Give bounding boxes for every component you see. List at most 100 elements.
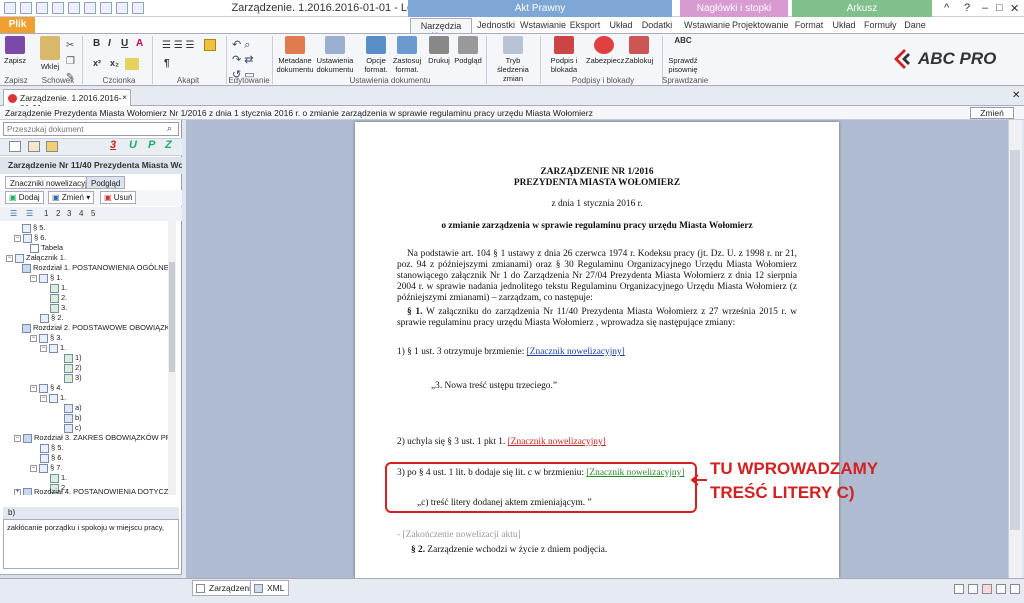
marker-z-icon[interactable]: Z bbox=[165, 139, 172, 151]
level-2[interactable]: 2 bbox=[56, 209, 60, 218]
level-3[interactable]: 3 bbox=[67, 209, 71, 218]
amendment-marker-link[interactable]: [Znacznik nowelizacyjny] bbox=[508, 437, 606, 447]
tree-node[interactable]: − § 4. bbox=[30, 383, 63, 393]
italic-button[interactable]: I bbox=[108, 38, 111, 49]
tree-node[interactable]: a) bbox=[64, 403, 82, 413]
tab-eksport[interactable]: Eksport bbox=[568, 18, 602, 33]
tree-node[interactable]: − § 3. bbox=[30, 333, 63, 343]
expand-all-icon[interactable]: ☰ bbox=[10, 209, 17, 218]
markers-view-icon[interactable] bbox=[46, 141, 58, 152]
tree-node[interactable]: − Załącznik 1. bbox=[6, 253, 66, 263]
tree-scrollbar-thumb[interactable] bbox=[169, 262, 175, 372]
pilcrow-button[interactable]: ¶ bbox=[164, 58, 170, 69]
tree-node[interactable]: 2) bbox=[64, 363, 82, 373]
structure-view-icon[interactable] bbox=[9, 141, 21, 152]
underline-button[interactable]: U bbox=[121, 38, 128, 49]
tab-dodatki[interactable]: Dodatki bbox=[640, 18, 674, 33]
podpis-blokada-button[interactable]: Podpis i blokada bbox=[546, 36, 582, 74]
collapse-all-icon[interactable]: ☰ bbox=[26, 209, 33, 218]
tab-projektowanie[interactable]: Projektowanie bbox=[732, 18, 789, 33]
level-4[interactable]: 4 bbox=[79, 209, 83, 218]
marker-3-icon[interactable]: 3 bbox=[110, 139, 116, 151]
close-icon[interactable]: ✕ bbox=[1010, 2, 1019, 15]
tree-node[interactable]: 2. bbox=[50, 293, 67, 303]
marker-p-icon[interactable]: P bbox=[148, 139, 155, 151]
tree-node[interactable]: Rozdział 2. PODSTAWOWE OBOWIĄZKI PR bbox=[22, 323, 176, 333]
tree-node[interactable]: 1) bbox=[64, 353, 82, 363]
zablokuj-button[interactable]: Zablokuj bbox=[624, 36, 654, 65]
view-icon[interactable] bbox=[996, 584, 1006, 594]
amendment-marker-link[interactable]: [Znacznik nowelizacyjny] bbox=[527, 347, 625, 357]
tab-dane[interactable]: Dane bbox=[902, 18, 928, 33]
tree-node[interactable]: c) bbox=[64, 423, 81, 433]
tree-node[interactable]: § 5. bbox=[22, 223, 46, 233]
align-icons[interactable]: ☰ ☰ ☰ bbox=[162, 40, 194, 51]
zastosuj-format-button[interactable]: Zastosuj format. bbox=[392, 36, 422, 74]
tree-node[interactable]: − § 1. bbox=[30, 273, 63, 283]
tree-node[interactable]: b) bbox=[64, 413, 82, 423]
tab-jednostki[interactable]: Jednostki bbox=[476, 18, 516, 33]
subscript-button[interactable]: x₂ bbox=[110, 58, 119, 68]
tab-wstawianie[interactable]: Wstawianie bbox=[520, 18, 566, 33]
help-icon[interactable]: ^ bbox=[944, 2, 949, 14]
tab-uklad[interactable]: Układ bbox=[606, 18, 636, 33]
superscript-button[interactable]: x² bbox=[93, 58, 101, 68]
tryb-sledzenia-button[interactable]: Tryb śledzenia zmian bbox=[490, 36, 536, 83]
tab-xml[interactable]: XML bbox=[250, 580, 290, 596]
level-5[interactable]: 5 bbox=[91, 209, 95, 218]
text-color-icon[interactable]: A bbox=[136, 38, 143, 49]
help-icon[interactable]: ? bbox=[964, 2, 970, 14]
tab-narzedzia-glowne[interactable]: Narzędzia główne bbox=[410, 18, 472, 41]
view-icon[interactable] bbox=[968, 584, 978, 594]
tree-node[interactable]: 1. bbox=[50, 473, 67, 483]
tab-uklad-arkusz[interactable]: Układ bbox=[830, 18, 858, 33]
sprawdz-pisownie-button[interactable]: ABC Sprawdź pisownię bbox=[666, 36, 700, 74]
usun-button[interactable]: ▣ Usuń bbox=[100, 191, 137, 204]
metadane-button[interactable]: Metadane dokumentu bbox=[276, 36, 314, 74]
wklej-button[interactable]: Wklej bbox=[38, 36, 62, 71]
search-input[interactable] bbox=[3, 122, 179, 136]
level-1[interactable]: 1 bbox=[44, 209, 48, 218]
zmien-marker-button[interactable]: ▣ Zmień ▾ bbox=[48, 191, 95, 204]
tree-node[interactable]: − Rozdział 3. ZAKRES OBOWIĄZKÓW PRACO bbox=[14, 433, 176, 443]
tree-node[interactable]: 1. bbox=[50, 283, 67, 293]
zabezpiecz-button[interactable]: Zabezpiecz bbox=[586, 36, 624, 65]
tree-node[interactable]: −1. bbox=[40, 393, 66, 403]
document-tab[interactable]: Zarządzenie. 1.2016.2016-01-01 × bbox=[3, 89, 131, 113]
podglad-button[interactable]: Podgląd bbox=[454, 36, 482, 65]
minimize-icon[interactable]: – bbox=[982, 2, 988, 14]
justify-icon[interactable] bbox=[204, 39, 216, 51]
tree-node[interactable]: § 5. bbox=[40, 443, 64, 453]
tree-node[interactable]: § 6. bbox=[40, 453, 64, 463]
tree-node[interactable]: 3) bbox=[64, 373, 82, 383]
end-marker-link[interactable]: [Zakończenie nowelizacji aktu] bbox=[402, 530, 520, 540]
tree-node[interactable]: § 2. bbox=[40, 313, 64, 323]
tree-node[interactable]: 3. bbox=[50, 303, 67, 313]
tab-wstawianie-naglowki[interactable]: Wstawianie bbox=[684, 18, 730, 33]
opcje-format-button[interactable]: Opcje format. bbox=[362, 36, 390, 74]
ustawienia-button[interactable]: Ustawienia dokumentu bbox=[316, 36, 354, 74]
zapisz-button[interactable]: Zapisz bbox=[4, 36, 26, 65]
tab-format[interactable]: Format bbox=[794, 18, 824, 33]
close-tab-icon[interactable]: × bbox=[122, 92, 127, 102]
marker-u-icon[interactable]: U bbox=[129, 139, 137, 151]
view-icon[interactable] bbox=[1010, 584, 1020, 594]
pages-view-icon[interactable] bbox=[28, 141, 40, 152]
highlight-icon[interactable] bbox=[125, 58, 139, 70]
view-icon[interactable] bbox=[982, 584, 992, 594]
drukuj-button[interactable]: Drukuj bbox=[426, 36, 452, 65]
dodaj-button[interactable]: ▣ Dodaj bbox=[5, 191, 44, 204]
tab-formuly[interactable]: Formuły bbox=[864, 18, 897, 33]
search-icon[interactable]: ⌕ bbox=[167, 123, 172, 134]
tree-node[interactable]: − § 7. bbox=[30, 463, 63, 473]
tree-node[interactable]: − § 6. bbox=[14, 233, 47, 243]
bold-button[interactable]: B bbox=[93, 38, 100, 49]
close-icon[interactable]: ✕ bbox=[1012, 90, 1020, 101]
tab-podglad[interactable]: Podgląd bbox=[86, 176, 126, 189]
tree-node[interactable]: −1. bbox=[40, 343, 66, 353]
maximize-icon[interactable]: □ bbox=[996, 2, 1003, 14]
tree-node[interactable]: Tabela bbox=[30, 243, 63, 253]
vertical-scrollbar-thumb[interactable] bbox=[1010, 150, 1020, 530]
tree-node[interactable]: + Rozdział 4. POSTANOWIENIA DOTYCZĄCE bbox=[14, 487, 176, 495]
view-icon[interactable] bbox=[954, 584, 964, 594]
